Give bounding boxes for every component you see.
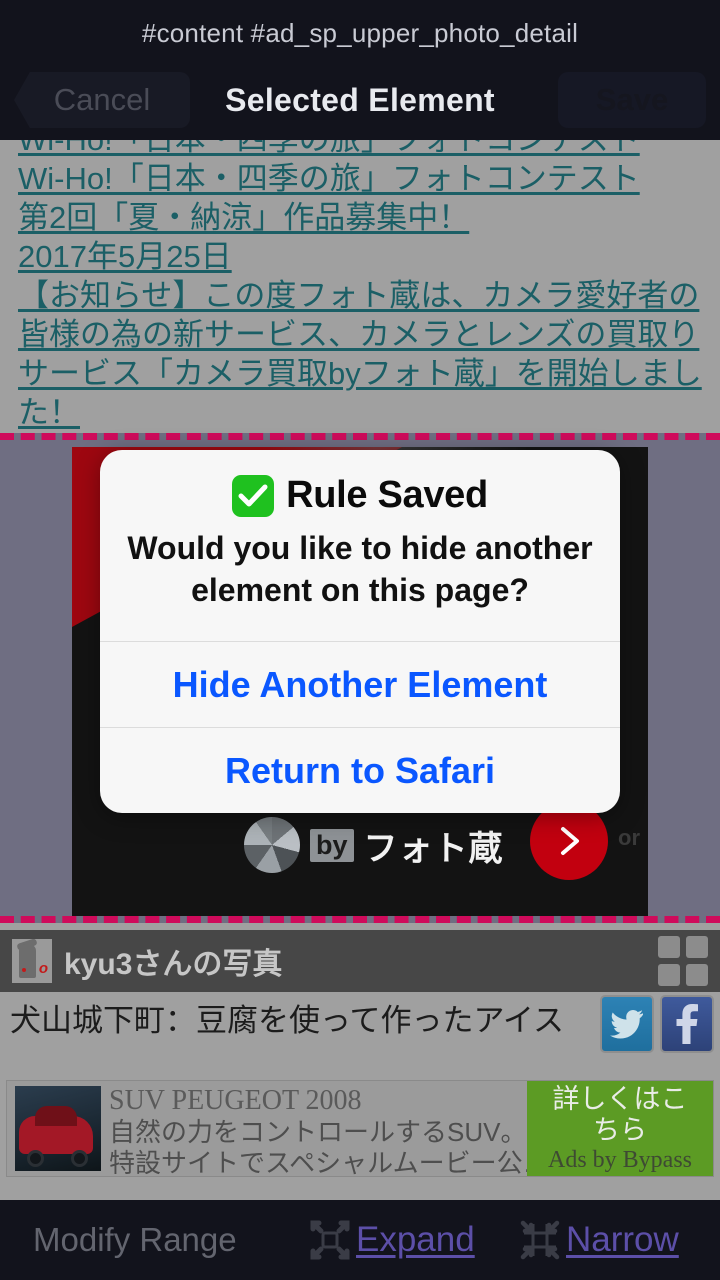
ad-attribution: Ads by Bypass [547,1147,692,1173]
check-mark-icon [232,474,275,517]
aperture-icon [244,817,300,873]
narrow-button[interactable]: Narrow [518,1218,679,1262]
dialog-body: Rule Saved Would you like to hide anothe… [100,450,620,641]
modify-range-label: Modify Range [33,1221,237,1258]
return-to-safari-button[interactable]: Return to Safari [100,727,620,813]
page-link-4[interactable]: 【お知らせ】この度フォト蔵は、カメラ愛好者の [18,276,702,315]
dialog-title-row: Rule Saved [122,474,598,517]
narrow-icon [518,1218,562,1262]
css-selector-path: #content #ad_sp_upper_photo_detail [141,18,579,48]
page-link-5[interactable]: 皆様の為の新サービス、カメラとレンズの買取り [18,315,702,354]
rule-saved-dialog: Rule Saved Would you like to hide anothe… [100,450,620,813]
photo-title-row: 犬山城下町：豆腐を使って作ったアイス [0,992,720,1080]
cancel-button[interactable]: Cancel [14,72,190,128]
ad-thumbnail-image [15,1086,101,1171]
share-buttons [600,995,714,1053]
grid-view-icon[interactable] [658,936,708,986]
ad-line-2: 特設サイトでスペシャルムービー公… [109,1148,549,1178]
banner-logo: by フォト蔵 [244,817,504,873]
banner-by-label: by [310,828,354,862]
narrow-label[interactable]: Narrow [566,1220,679,1260]
save-button[interactable]: Save [558,72,706,128]
dialog-message: Would you like to hide another element o… [127,530,593,608]
page-link-3[interactable]: 2017年5月25日 [18,237,702,276]
ad-title: SUV PEUGEOT 2008 [109,1085,362,1116]
banner-brand-label: フォト蔵 [363,829,504,868]
ad-cta-button[interactable]: 詳しくはこちら Ads by Bypass [527,1081,713,1176]
hide-another-element-button[interactable]: Hide Another Element [100,641,620,727]
expand-label[interactable]: Expand [356,1220,475,1260]
photo-section-title: kyu3さんの写真 [64,948,283,981]
page-link-7[interactable]: た！ [18,393,702,432]
dialog-title: Rule Saved [286,474,488,516]
expand-button[interactable]: Expand [308,1218,475,1262]
bottom-toolbar: Modify Range Expand Narrow [0,1200,720,1280]
ad-cta-label: 詳しくはこちら [552,1084,688,1145]
app-screen: Wi-Ho!「日本・四季の旅」フォトコンテスト Wi-Ho!「日本・四季の旅」フ… [0,0,720,1280]
top-bar: #content #ad_sp_upper_photo_detail Selec… [0,0,720,140]
site-logo-icon: o [12,939,52,983]
expand-icon [308,1218,352,1262]
ad-line-1: 自然の力をコントロールするSUV。 [109,1117,527,1147]
photo-title: 犬山城下町：豆腐を使って作ったアイス [10,1003,564,1038]
ad-banner[interactable]: SUV PEUGEOT 2008 自然の力をコントロールするSUV。 特設サイト… [6,1080,714,1178]
twitter-icon[interactable] [600,995,654,1053]
banner-corner-mark: or [618,825,640,850]
page-text-block: Wi-Ho!「日本・四季の旅」フォトコンテスト Wi-Ho!「日本・四季の旅」フ… [0,130,720,435]
photo-section-header: o kyu3さんの写真 [0,930,720,992]
facebook-icon[interactable] [660,995,714,1053]
page-link-2[interactable]: 第2回「夏・納涼」作品募集中！ [18,198,702,237]
banner-next-arrow-icon[interactable] [530,802,608,880]
nav-row: Selected Element Cancel Save [0,68,720,132]
ad-text-block: SUV PEUGEOT 2008 自然の力をコントロールするSUV。 特設サイト… [107,1081,549,1178]
page-link-1[interactable]: Wi-Ho!「日本・四季の旅」フォトコンテスト [18,159,702,198]
page-link-6[interactable]: サービス「カメラ買取byフォト蔵」を開始しまし [18,354,702,393]
